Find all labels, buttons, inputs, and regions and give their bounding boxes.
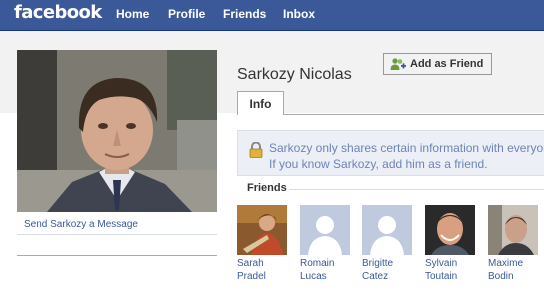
friend-item[interactable]: Brigitte Catez [362,205,414,283]
nav-friends-link[interactable]: Friends [223,7,266,21]
friend-photo[interactable] [488,205,538,255]
friend-name[interactable]: Maxime Bodin [488,257,540,283]
nav-profile-link[interactable]: Profile [168,7,205,21]
friend-name[interactable]: Sylvain Toutain [425,257,477,283]
profile-name: Sarkozy Nicolas [237,66,352,83]
friend-photo-image [425,205,475,255]
profile-picture[interactable] [17,50,217,212]
friend-photo[interactable] [362,205,412,255]
facebook-logo[interactable]: facebook [14,2,102,23]
add-friend-label: Add as Friend [410,58,484,70]
friend-item[interactable]: Sarah Pradel [237,205,289,283]
nav-inbox-link[interactable]: Inbox [283,7,315,21]
friend-photo-image [488,205,538,255]
profile-photo-image [17,50,217,212]
friend-photo-image [237,205,287,255]
friend-name[interactable]: Brigitte Catez [362,257,414,283]
friend-item[interactable]: Maxime Bodin [488,205,540,283]
lock-icon [249,142,263,158]
friend-photo[interactable] [300,205,350,255]
privacy-notice: Sarkozy only shares certain information … [237,130,544,176]
friend-photo[interactable] [425,205,475,255]
send-message-link[interactable]: Send Sarkozy a Message [24,219,138,230]
friend-item[interactable]: Romain Lucas [300,205,352,283]
privacy-notice-text: Sarkozy only shares certain information … [269,141,544,171]
top-nav-bar: facebook Home Profile Friends Inbox [0,0,544,31]
divider [17,234,217,235]
divider [17,255,217,256]
friend-name[interactable]: Romain Lucas [300,257,352,283]
add-friend-icon [390,58,406,70]
divider [289,189,544,190]
friends-section-title: Friends [247,182,287,194]
nav-home-link[interactable]: Home [116,7,149,21]
friend-name[interactable]: Sarah Pradel [237,257,289,283]
tab-info[interactable]: Info [237,91,284,115]
default-avatar-icon [362,205,412,255]
default-avatar-icon [300,205,350,255]
friend-item[interactable]: Sylvain Toutain [425,205,477,283]
friend-photo[interactable] [237,205,287,255]
add-friend-button[interactable]: Add as Friend [383,53,492,75]
